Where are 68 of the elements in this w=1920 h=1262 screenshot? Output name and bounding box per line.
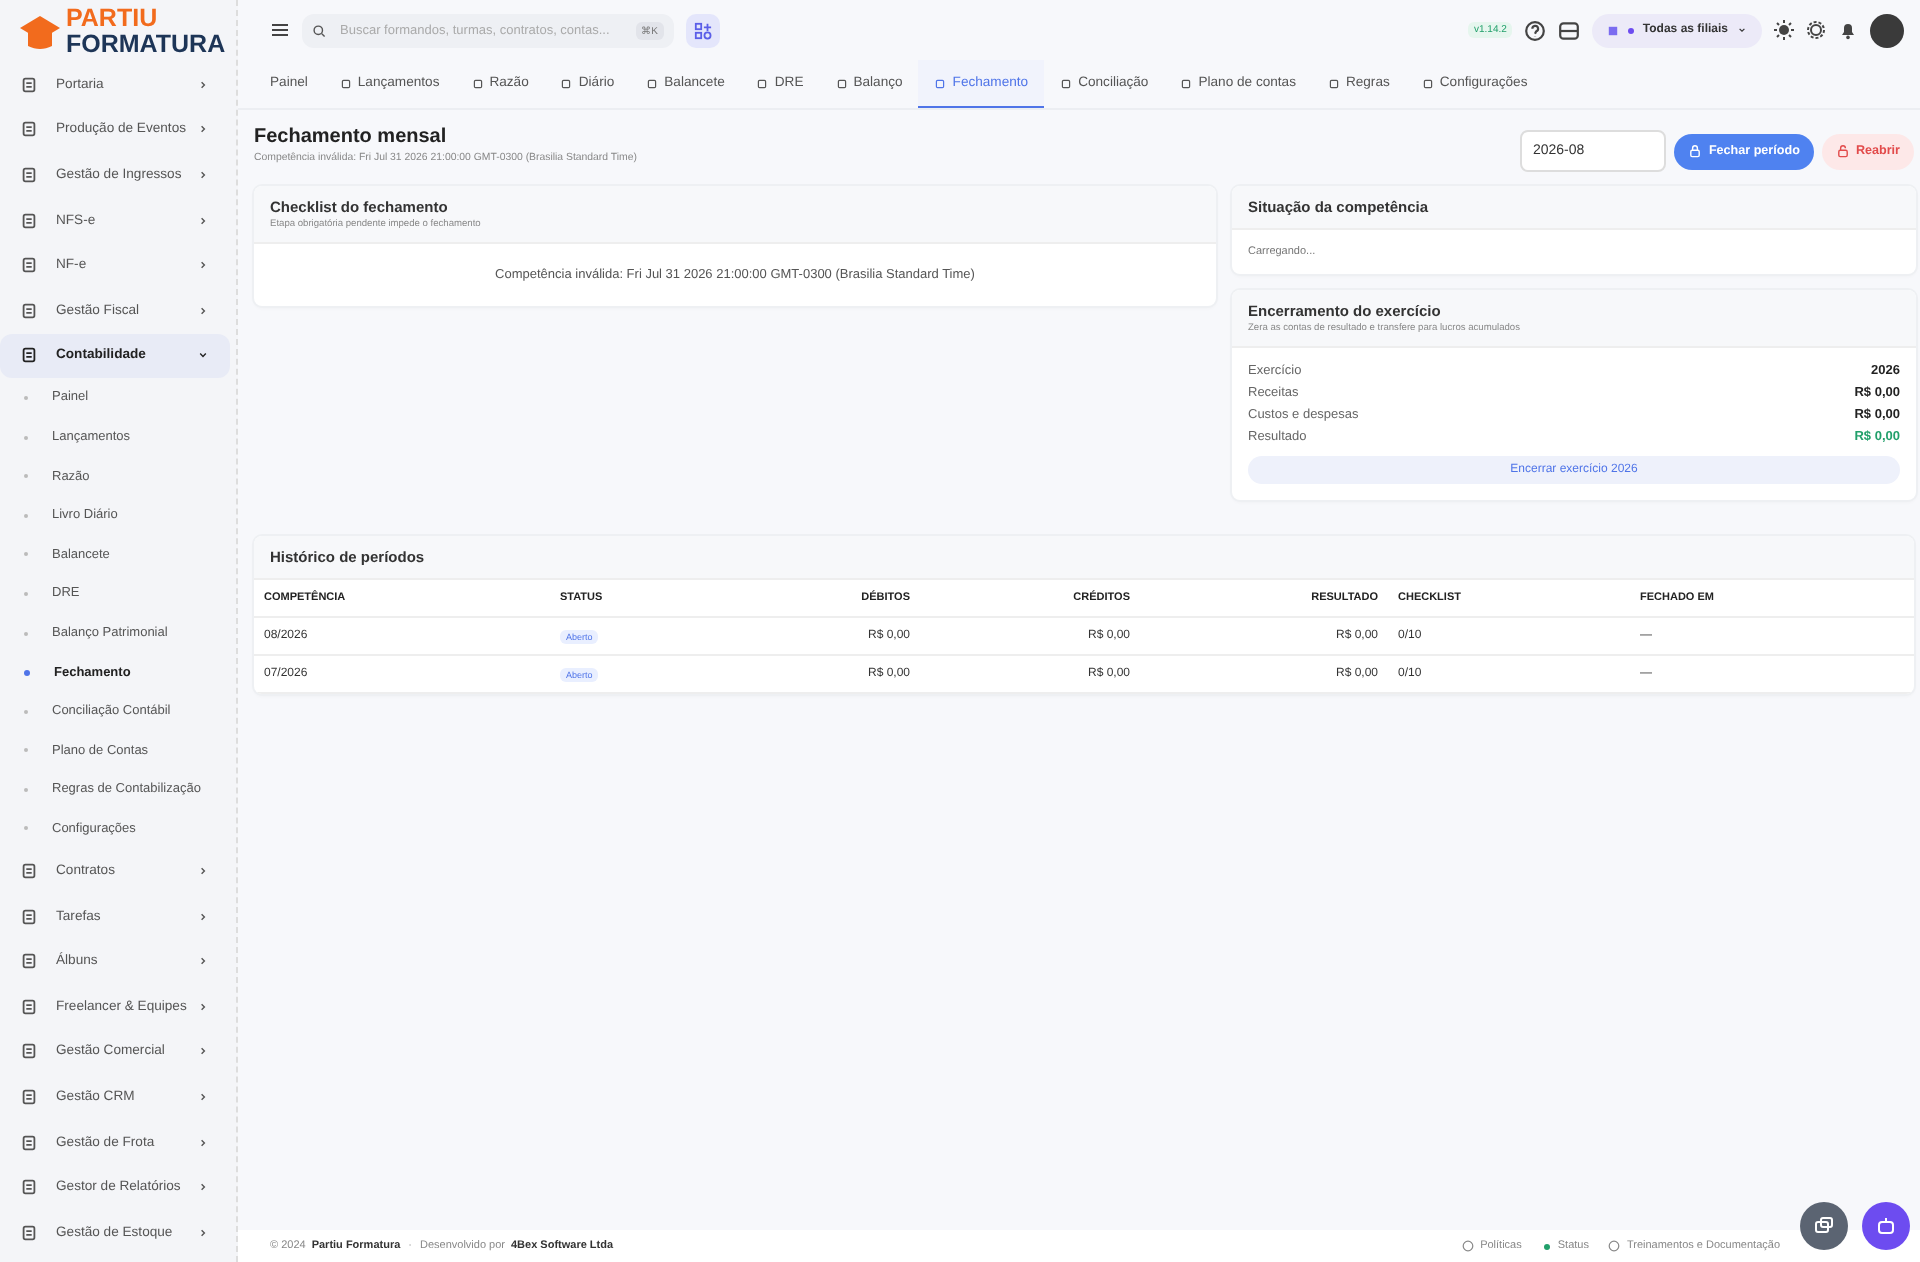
help-icon [1524, 19, 1547, 41]
status-dot-icon [1541, 1241, 1552, 1251]
layout-icon [1558, 19, 1581, 41]
chat-button[interactable] [1800, 1202, 1848, 1250]
chevron-right-icon [196, 1180, 210, 1195]
chevron-right-icon [196, 1225, 210, 1240]
tab-icon [934, 77, 947, 89]
layout-button[interactable] [1558, 19, 1581, 41]
chevron-down-icon [196, 348, 210, 363]
tab-icon [339, 77, 352, 89]
sun-icon [1774, 20, 1794, 40]
chevron-right-icon [196, 864, 210, 879]
document-icon [20, 75, 38, 94]
menu-button[interactable] [270, 20, 290, 40]
logo-text: PARTIU [66, 6, 160, 32]
tab-icon [756, 77, 769, 89]
tab-icon [646, 77, 659, 89]
grid-icon [694, 21, 712, 39]
unlock-icon [1835, 144, 1850, 158]
document-icon [20, 301, 38, 320]
robot-icon [1876, 1216, 1896, 1236]
theme-button[interactable] [1774, 20, 1794, 40]
chevron-right-icon [196, 1090, 210, 1105]
tab-icon [560, 77, 573, 89]
document-icon [20, 1042, 38, 1061]
chevron-right-icon [196, 258, 210, 273]
search-icon [312, 23, 326, 37]
document-icon [20, 862, 38, 881]
chevron-right-icon [196, 122, 210, 137]
chevron-right-icon [196, 909, 210, 924]
graduation-cap-icon [20, 12, 60, 52]
logo-text: FORMATURA [66, 32, 226, 58]
chevron-right-icon [196, 167, 210, 182]
tab-icon [1421, 77, 1434, 89]
document-icon [20, 211, 38, 230]
document-icon [20, 1088, 38, 1107]
chevron-right-icon [196, 303, 210, 318]
apps-button[interactable] [686, 13, 720, 47]
avatar[interactable] [1870, 13, 1904, 47]
document-icon [20, 256, 38, 275]
document-icon [20, 165, 38, 184]
menu-icon [270, 20, 290, 40]
document-icon [20, 346, 38, 365]
tab-icon [1327, 77, 1340, 89]
chevron-right-icon [196, 954, 210, 969]
bell-icon [1838, 20, 1858, 40]
chevron-right-icon [196, 77, 210, 92]
document-icon [20, 997, 38, 1016]
document-icon [20, 1178, 38, 1197]
document-icon [20, 1223, 38, 1242]
tab-icon [1180, 77, 1193, 89]
document-icon [20, 1133, 38, 1152]
tab-icon [835, 77, 848, 89]
tab-icon [1060, 77, 1073, 89]
lock-icon [1688, 144, 1703, 158]
assistant-button[interactable] [1862, 1202, 1910, 1250]
chevron-right-icon [196, 213, 210, 228]
help-button[interactable] [1524, 19, 1547, 41]
chevron-right-icon [196, 999, 210, 1014]
document-icon [20, 907, 38, 926]
chevron-down-icon [1736, 24, 1748, 36]
chevron-right-icon [196, 1135, 210, 1150]
document-icon [20, 120, 38, 139]
notifications-button[interactable] [1838, 20, 1858, 40]
document-icon [20, 952, 38, 971]
chevron-right-icon [196, 1044, 210, 1059]
page-title: Fechamento mensal [254, 126, 449, 148]
tab-icon [471, 77, 484, 89]
